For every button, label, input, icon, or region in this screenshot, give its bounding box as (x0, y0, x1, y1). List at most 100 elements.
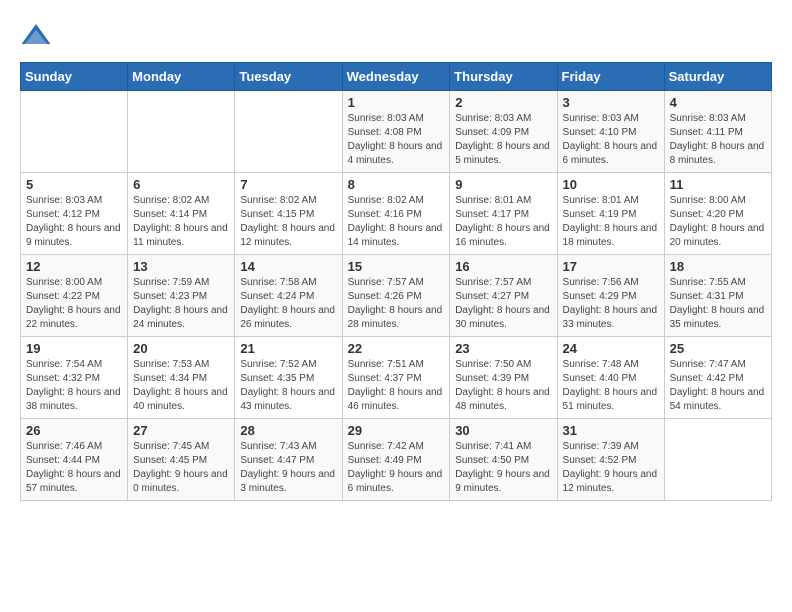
day-detail: Sunrise: 7:48 AM Sunset: 4:40 PM Dayligh… (563, 358, 659, 414)
day-detail: Sunrise: 8:02 AM Sunset: 4:15 PM Dayligh… (240, 194, 336, 250)
calendar-week-2: 12 Sunrise: 8:00 AM Sunset: 4:22 PM Dayli… (21, 255, 772, 337)
day-detail: Sunrise: 8:03 AM Sunset: 4:09 PM Dayligh… (455, 112, 551, 168)
logo (20, 20, 56, 52)
weekday-header-thursday: Thursday (450, 63, 557, 91)
day-detail: Sunrise: 8:03 AM Sunset: 4:11 PM Dayligh… (670, 112, 766, 168)
logo-icon (20, 20, 52, 52)
calendar-week-1: 5 Sunrise: 8:03 AM Sunset: 4:12 PM Daylig… (21, 173, 772, 255)
day-detail: Sunrise: 7:58 AM Sunset: 4:24 PM Dayligh… (240, 276, 336, 332)
calendar-cell (128, 91, 235, 173)
calendar-cell: 19 Sunrise: 7:54 AM Sunset: 4:32 PM Dayli… (21, 337, 128, 419)
day-number: 20 (133, 341, 229, 356)
weekday-header-friday: Friday (557, 63, 664, 91)
calendar-cell: 12 Sunrise: 8:00 AM Sunset: 4:22 PM Dayli… (21, 255, 128, 337)
day-number: 21 (240, 341, 336, 356)
day-detail: Sunrise: 7:59 AM Sunset: 4:23 PM Dayligh… (133, 276, 229, 332)
calendar-cell: 2Sunrise: 8:03 AM Sunset: 4:09 PM Daylig… (450, 91, 557, 173)
day-detail: Sunrise: 8:02 AM Sunset: 4:16 PM Dayligh… (348, 194, 445, 250)
day-detail: Sunrise: 7:50 AM Sunset: 4:39 PM Dayligh… (455, 358, 551, 414)
day-number: 4 (670, 95, 766, 110)
calendar-cell: 6 Sunrise: 8:02 AM Sunset: 4:14 PM Daylig… (128, 173, 235, 255)
calendar-cell (21, 91, 128, 173)
day-number: 15 (348, 259, 445, 274)
day-number: 19 (26, 341, 122, 356)
calendar-cell: 5 Sunrise: 8:03 AM Sunset: 4:12 PM Daylig… (21, 173, 128, 255)
day-number: 16 (455, 259, 551, 274)
day-detail: Sunrise: 7:52 AM Sunset: 4:35 PM Dayligh… (240, 358, 336, 414)
calendar-week-4: 26 Sunrise: 7:46 AM Sunset: 4:44 PM Dayli… (21, 419, 772, 501)
day-detail: Sunrise: 8:01 AM Sunset: 4:19 PM Dayligh… (563, 194, 659, 250)
day-number: 22 (348, 341, 445, 356)
calendar-cell: 4 Sunrise: 8:03 AM Sunset: 4:11 PM Daylig… (664, 91, 771, 173)
day-detail: Sunrise: 7:56 AM Sunset: 4:29 PM Dayligh… (563, 276, 659, 332)
calendar-cell: 18 Sunrise: 7:55 AM Sunset: 4:31 PM Dayli… (664, 255, 771, 337)
calendar-cell: 31Sunrise: 7:39 AM Sunset: 4:52 PM Dayli… (557, 419, 664, 501)
day-detail: Sunrise: 7:43 AM Sunset: 4:47 PM Dayligh… (240, 440, 336, 496)
calendar-cell: 15 Sunrise: 7:57 AM Sunset: 4:26 PM Dayli… (342, 255, 450, 337)
calendar-cell: 30Sunrise: 7:41 AM Sunset: 4:50 PM Dayli… (450, 419, 557, 501)
day-number: 28 (240, 423, 336, 438)
day-number: 6 (133, 177, 229, 192)
calendar-cell: 17 Sunrise: 7:56 AM Sunset: 4:29 PM Dayli… (557, 255, 664, 337)
day-detail: Sunrise: 7:51 AM Sunset: 4:37 PM Dayligh… (348, 358, 445, 414)
day-number: 23 (455, 341, 551, 356)
calendar-cell: 8 Sunrise: 8:02 AM Sunset: 4:16 PM Daylig… (342, 173, 450, 255)
calendar-week-0: 1Sunrise: 8:03 AM Sunset: 4:08 PM Daylig… (21, 91, 772, 173)
day-detail: Sunrise: 7:39 AM Sunset: 4:52 PM Dayligh… (563, 440, 659, 496)
weekday-header-sunday: Sunday (21, 63, 128, 91)
day-number: 1 (348, 95, 445, 110)
weekday-header-wednesday: Wednesday (342, 63, 450, 91)
calendar-cell: 20Sunrise: 7:53 AM Sunset: 4:34 PM Dayli… (128, 337, 235, 419)
calendar-cell: 16 Sunrise: 7:57 AM Sunset: 4:27 PM Dayli… (450, 255, 557, 337)
day-number: 7 (240, 177, 336, 192)
day-number: 17 (563, 259, 659, 274)
day-number: 12 (26, 259, 122, 274)
day-detail: Sunrise: 8:02 AM Sunset: 4:14 PM Dayligh… (133, 194, 229, 250)
day-detail: Sunrise: 7:55 AM Sunset: 4:31 PM Dayligh… (670, 276, 766, 332)
day-detail: Sunrise: 7:57 AM Sunset: 4:26 PM Dayligh… (348, 276, 445, 332)
day-number: 26 (26, 423, 122, 438)
calendar-cell: 14Sunrise: 7:58 AM Sunset: 4:24 PM Dayli… (235, 255, 342, 337)
calendar-cell: 29 Sunrise: 7:42 AM Sunset: 4:49 PM Dayli… (342, 419, 450, 501)
day-detail: Sunrise: 7:45 AM Sunset: 4:45 PM Dayligh… (133, 440, 229, 496)
weekday-header-row: SundayMondayTuesdayWednesdayThursdayFrid… (21, 63, 772, 91)
day-detail: Sunrise: 8:00 AM Sunset: 4:22 PM Dayligh… (26, 276, 122, 332)
calendar-cell: 27 Sunrise: 7:45 AM Sunset: 4:45 PM Dayli… (128, 419, 235, 501)
day-number: 25 (670, 341, 766, 356)
weekday-header-saturday: Saturday (664, 63, 771, 91)
day-detail: Sunrise: 8:03 AM Sunset: 4:12 PM Dayligh… (26, 194, 122, 250)
day-detail: Sunrise: 7:57 AM Sunset: 4:27 PM Dayligh… (455, 276, 551, 332)
day-detail: Sunrise: 7:54 AM Sunset: 4:32 PM Dayligh… (26, 358, 122, 414)
calendar-cell: 23 Sunrise: 7:50 AM Sunset: 4:39 PM Dayli… (450, 337, 557, 419)
day-number: 24 (563, 341, 659, 356)
day-number: 3 (563, 95, 659, 110)
calendar-cell: 3 Sunrise: 8:03 AM Sunset: 4:10 PM Daylig… (557, 91, 664, 173)
calendar-cell: 25 Sunrise: 7:47 AM Sunset: 4:42 PM Dayli… (664, 337, 771, 419)
calendar-cell: 22 Sunrise: 7:51 AM Sunset: 4:37 PM Dayli… (342, 337, 450, 419)
day-detail: Sunrise: 8:00 AM Sunset: 4:20 PM Dayligh… (670, 194, 766, 250)
calendar-table: SundayMondayTuesdayWednesdayThursdayFrid… (20, 62, 772, 501)
calendar-cell: 9Sunrise: 8:01 AM Sunset: 4:17 PM Daylig… (450, 173, 557, 255)
calendar-cell: 26 Sunrise: 7:46 AM Sunset: 4:44 PM Dayli… (21, 419, 128, 501)
day-detail: Sunrise: 7:42 AM Sunset: 4:49 PM Dayligh… (348, 440, 445, 496)
calendar-cell: 13 Sunrise: 7:59 AM Sunset: 4:23 PM Dayli… (128, 255, 235, 337)
day-number: 18 (670, 259, 766, 274)
weekday-header-monday: Monday (128, 63, 235, 91)
day-number: 11 (670, 177, 766, 192)
day-number: 10 (563, 177, 659, 192)
day-detail: Sunrise: 8:01 AM Sunset: 4:17 PM Dayligh… (455, 194, 551, 250)
calendar-cell: 11 Sunrise: 8:00 AM Sunset: 4:20 PM Dayli… (664, 173, 771, 255)
day-detail: Sunrise: 7:46 AM Sunset: 4:44 PM Dayligh… (26, 440, 122, 496)
day-number: 13 (133, 259, 229, 274)
calendar-cell: 28 Sunrise: 7:43 AM Sunset: 4:47 PM Dayli… (235, 419, 342, 501)
day-number: 30 (455, 423, 551, 438)
calendar-cell: 1Sunrise: 8:03 AM Sunset: 4:08 PM Daylig… (342, 91, 450, 173)
day-detail: Sunrise: 7:47 AM Sunset: 4:42 PM Dayligh… (670, 358, 766, 414)
page-header (20, 20, 772, 52)
day-detail: Sunrise: 8:03 AM Sunset: 4:10 PM Dayligh… (563, 112, 659, 168)
day-number: 5 (26, 177, 122, 192)
calendar-week-3: 19 Sunrise: 7:54 AM Sunset: 4:32 PM Dayli… (21, 337, 772, 419)
day-number: 29 (348, 423, 445, 438)
day-number: 8 (348, 177, 445, 192)
day-number: 27 (133, 423, 229, 438)
